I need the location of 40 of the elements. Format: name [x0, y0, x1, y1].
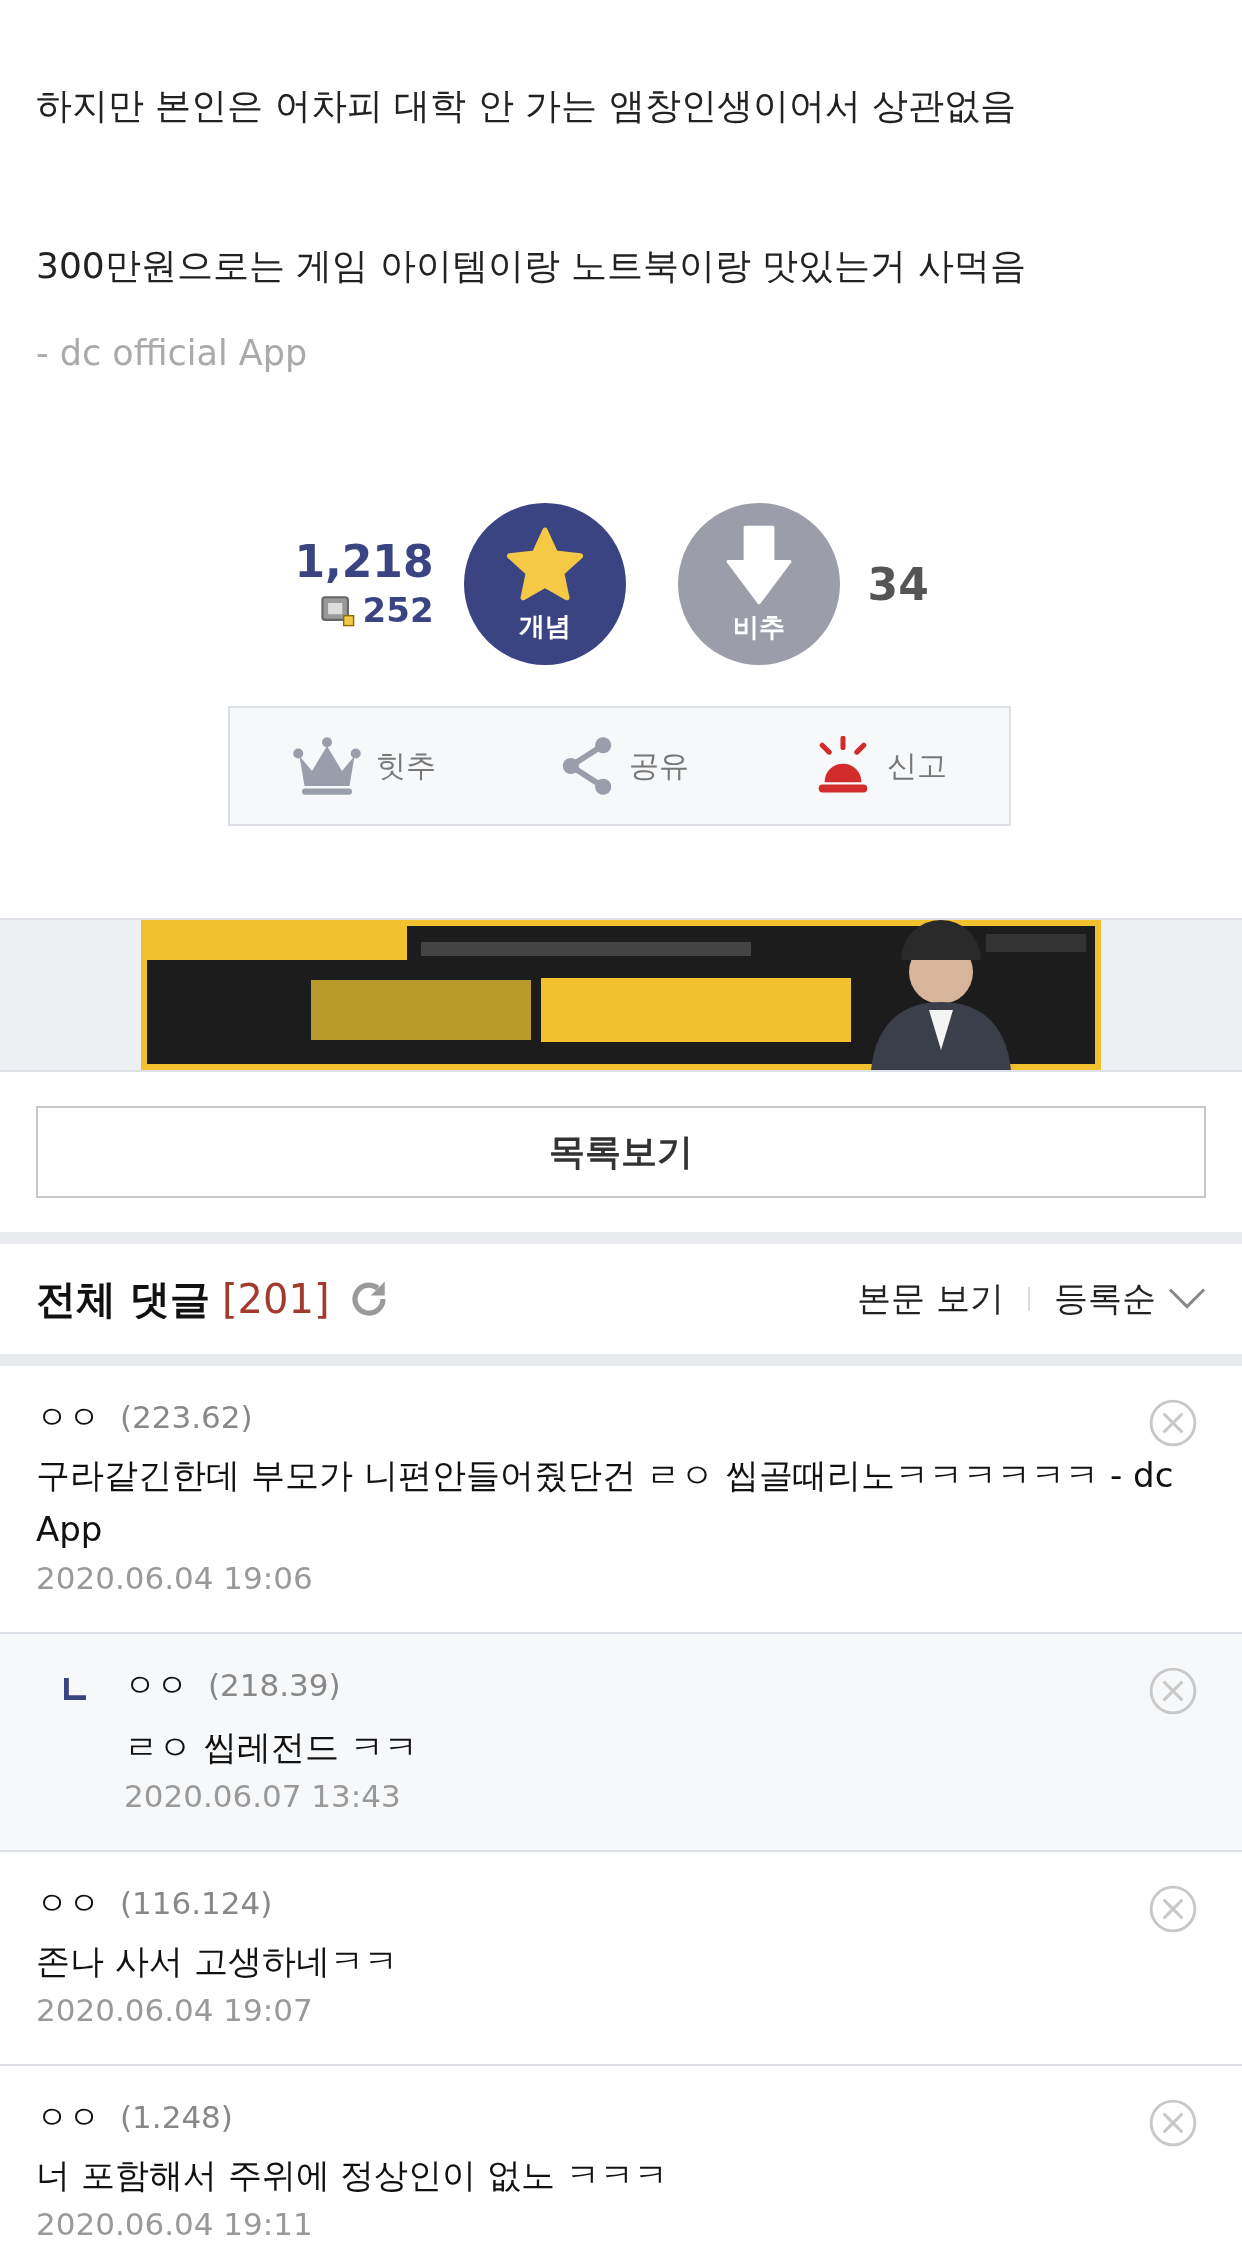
comment-text: 존나 사서 고생하네ㅋㅋ	[36, 1940, 399, 1983]
delete-icon[interactable]	[1148, 1666, 1198, 1716]
view-post-button[interactable]: 본문 보기	[857, 1276, 1004, 1322]
list-view-button[interactable]: 목록보기	[36, 1106, 1206, 1198]
reply-marker-icon	[64, 1678, 86, 1700]
crown-icon	[291, 736, 362, 796]
post-paragraph: 하지만 본인은 어차피 대학 안 가는 앰창인생이어서 상관없음	[36, 84, 1018, 128]
comment-author: ㅇㅇ	[124, 1665, 188, 1706]
downvote-count: 34	[867, 558, 930, 610]
delete-icon[interactable]	[1148, 1884, 1198, 1934]
upvote-button[interactable]: 개념	[463, 503, 626, 665]
comment-author: ㅇㅇ	[36, 1397, 100, 1438]
action-button[interactable]: 신고	[805, 728, 956, 804]
comment-author: ㅇㅇ	[36, 1883, 100, 1924]
comment-author: ㅇㅇ	[36, 2097, 100, 2138]
comment-date: 2020.06.04 19:06	[36, 1560, 313, 1596]
comment-ip: (1.248)	[120, 2099, 233, 2135]
comment-date: 2020.06.04 19:07	[36, 1992, 313, 2028]
post-paragraph: 300만원으로는 게임 아이템이랑 노트북이랑 맛있는거 사먹음	[36, 244, 1027, 288]
comment-text: ㄹㅇ 씹레전드 ㅋㅋ	[124, 1726, 419, 1769]
down-arrow-icon	[723, 523, 794, 606]
upvote-count: 1,218	[294, 536, 434, 588]
comment-ip: (116.124)	[120, 1885, 273, 1921]
action-button[interactable]: 힛추	[283, 728, 444, 804]
comments-title: 전체 댓글	[36, 1274, 210, 1324]
comment-date: 2020.06.04 19:11	[36, 2206, 313, 2242]
comment-text: 구라같긴한데 부모가 니편안들어줬단건 ㄹㅇ 씹골때리노ㅋㅋㅋㅋㅋㅋ - dc App	[36, 1454, 1175, 1551]
fixed-user-icon	[320, 593, 355, 627]
action-button[interactable]: 공유	[551, 728, 698, 804]
delete-icon[interactable]	[1148, 2098, 1198, 2148]
comment-ip: (223.62)	[120, 1399, 253, 1435]
delete-icon[interactable]	[1148, 1398, 1198, 1448]
comment-date: 2020.06.07 13:43	[124, 1778, 401, 1814]
sort-dropdown[interactable]: 등록순	[1054, 1276, 1156, 1322]
comment-text: 너 포함해서 주위에 정상인이 없노 ㅋㅋㅋ	[36, 2154, 670, 2197]
post-signature: - dc official App	[36, 332, 309, 375]
comment-count: [201]	[221, 1276, 330, 1322]
chevron-down-icon[interactable]	[1168, 1287, 1206, 1311]
fixed-upvote-count: 252	[362, 589, 434, 632]
comment-ip: (218.39)	[208, 1667, 341, 1703]
